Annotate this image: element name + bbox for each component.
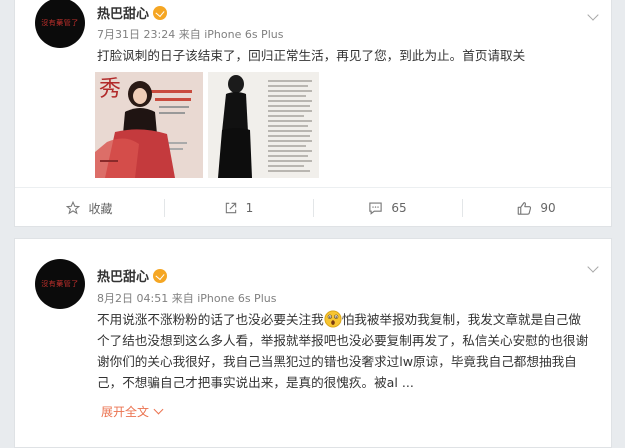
avatar-text: 沒有藥管了 xyxy=(41,19,79,27)
expand-full-text-link[interactable]: 展开全文 xyxy=(101,403,164,420)
share-icon xyxy=(225,202,236,214)
weibo-post-card: 沒有藥管了 热巴甜心 7月31日 23:24 来自 iPhone 6s Plus… xyxy=(14,0,612,227)
star-icon xyxy=(66,201,81,215)
post-time[interactable]: 8月2日 04:51 xyxy=(97,292,168,305)
chevron-down-icon xyxy=(153,404,164,415)
share-count: 1 xyxy=(245,201,254,215)
like-icon xyxy=(518,201,532,215)
avatar-text: 沒有藥管了 xyxy=(41,280,79,288)
post-action-bar: 收藏 1 65 90 xyxy=(15,187,611,228)
post-text-part-1: 不用说涨不涨粉粉的话了也没必要关注我 xyxy=(97,312,324,327)
comment-button[interactable]: 65 xyxy=(313,188,462,228)
magazine-page-image xyxy=(208,72,319,178)
magazine-cover-image: 秀 xyxy=(95,72,203,178)
post-meta: 8月2日 04:51 来自 iPhone 6s Plus xyxy=(97,290,276,306)
share-button[interactable]: 1 xyxy=(164,188,313,228)
post-text: 不用说涨不涨粉粉的话了也没必要关注我 怕我被举报劝我复制，我发文章就是自己做个了结… xyxy=(97,309,592,393)
post-source: iPhone 6s Plus xyxy=(197,292,277,305)
post-source: iPhone 6s Plus xyxy=(204,28,284,41)
expand-label: 展开全文 xyxy=(101,405,150,419)
like-button[interactable]: 90 xyxy=(462,188,611,228)
post-text: 打脸讽刺的日子该结束了，回归正常生活，再见了您，到此为止。首页请取关 xyxy=(97,48,526,63)
like-count: 90 xyxy=(540,201,556,215)
post-image-1[interactable]: 秀 xyxy=(95,72,203,178)
username-row: 热巴甜心 xyxy=(97,266,168,285)
post-time[interactable]: 7月31日 23:24 xyxy=(97,28,175,41)
comment-icon xyxy=(369,202,383,215)
weibo-post-card: 沒有藥管了 热巴甜心 8月2日 04:51 来自 iPhone 6s Plus … xyxy=(14,238,612,448)
svg-text:秀: 秀 xyxy=(99,77,121,102)
post-image-2[interactable] xyxy=(208,72,319,178)
username[interactable]: 热巴甜心 xyxy=(97,266,149,285)
favorite-label: 收藏 xyxy=(88,201,113,216)
meta-from: 来自 xyxy=(171,292,194,305)
username-row: 热巴甜心 xyxy=(97,3,168,22)
meta-from: 来自 xyxy=(178,28,201,41)
comment-count: 65 xyxy=(391,201,407,215)
chevron-down-icon[interactable] xyxy=(587,261,599,273)
avatar[interactable]: 沒有藥管了 xyxy=(35,0,85,48)
shocked-emoji-icon xyxy=(324,310,342,328)
vip-badge-icon xyxy=(153,5,168,20)
username[interactable]: 热巴甜心 xyxy=(97,3,149,22)
avatar[interactable]: 沒有藥管了 xyxy=(35,259,85,309)
vip-badge-icon xyxy=(153,268,168,283)
chevron-down-icon[interactable] xyxy=(587,9,599,21)
favorite-button[interactable]: 收藏 xyxy=(15,188,164,228)
post-meta: 7月31日 23:24 来自 iPhone 6s Plus xyxy=(97,26,283,42)
